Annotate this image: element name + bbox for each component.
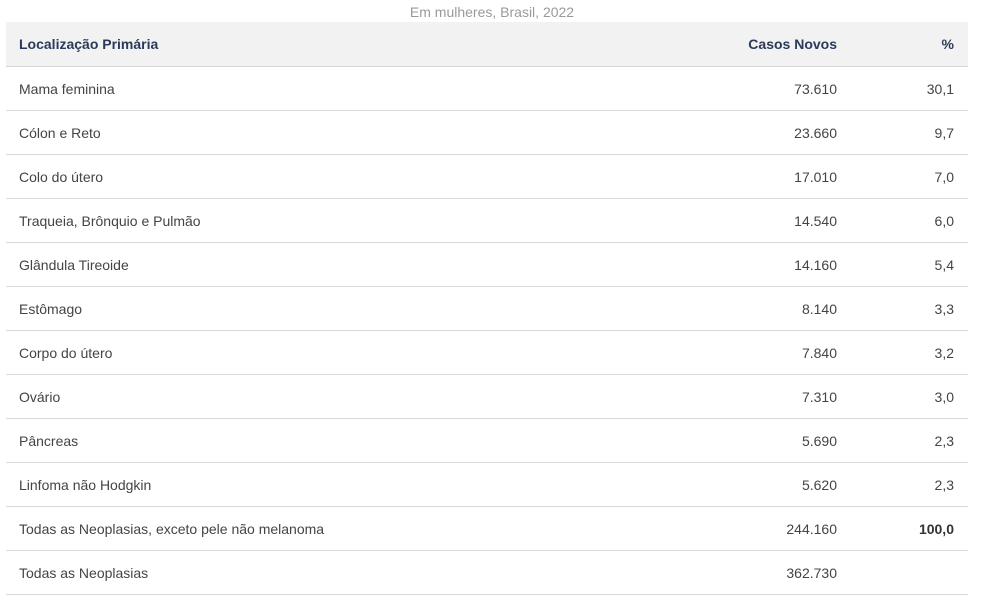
cell-location: Mama feminina bbox=[6, 66, 634, 111]
cell-percent: 30,1 bbox=[844, 66, 968, 111]
cell-cases: 5.620 bbox=[634, 462, 844, 507]
cell-location: Traqueia, Brônquio e Pulmão bbox=[6, 198, 634, 243]
cell-percent: 2,3 bbox=[844, 462, 968, 507]
cell-percent: 100,0 bbox=[844, 506, 968, 551]
table-row: Linfoma não Hodgkin 5.620 2,3 bbox=[6, 462, 968, 507]
table-body: Mama feminina 73.610 30,1 Cólon e Reto 2… bbox=[6, 66, 968, 595]
table-row: Mama feminina 73.610 30,1 bbox=[6, 66, 968, 111]
cell-cases: 7.840 bbox=[634, 330, 844, 375]
cancer-incidence-table: Localização Primária Casos Novos % Mama … bbox=[6, 22, 968, 595]
cell-percent: 3,0 bbox=[844, 374, 968, 419]
header-percent: % bbox=[844, 22, 968, 67]
cell-location: Glândula Tireoide bbox=[6, 242, 634, 287]
cell-location: Cólon e Reto bbox=[6, 110, 634, 155]
cell-percent: 5,4 bbox=[844, 242, 968, 287]
table-row: Ovário 7.310 3,0 bbox=[6, 374, 968, 419]
cell-percent: 3,2 bbox=[844, 330, 968, 375]
cell-location: Todas as Neoplasias, exceto pele não mel… bbox=[6, 506, 634, 551]
cell-cases: 5.690 bbox=[634, 418, 844, 463]
header-location: Localização Primária bbox=[6, 22, 634, 67]
cell-location: Corpo do útero bbox=[6, 330, 634, 375]
cell-location: Linfoma não Hodgkin bbox=[6, 462, 634, 507]
cell-cases: 17.010 bbox=[634, 154, 844, 199]
cell-percent: 2,3 bbox=[844, 418, 968, 463]
cell-cases: 362.730 bbox=[634, 550, 844, 595]
table-row: Pâncreas 5.690 2,3 bbox=[6, 418, 968, 463]
cell-location: Colo do útero bbox=[6, 154, 634, 199]
cell-cases: 7.310 bbox=[634, 374, 844, 419]
table-caption: Em mulheres, Brasil, 2022 bbox=[409, 4, 575, 20]
cell-location: Pâncreas bbox=[6, 418, 634, 463]
table-row: Estômago 8.140 3,3 bbox=[6, 286, 968, 331]
table-row: Glândula Tireoide 14.160 5,4 bbox=[6, 242, 968, 287]
table-row: Traqueia, Brônquio e Pulmão 14.540 6,0 bbox=[6, 198, 968, 243]
table-header: Localização Primária Casos Novos % bbox=[6, 22, 968, 67]
table-row-total-excl-skin: Todas as Neoplasias, exceto pele não mel… bbox=[6, 506, 968, 551]
cell-cases: 244.160 bbox=[634, 506, 844, 551]
table-row: Colo do útero 17.010 7,0 bbox=[6, 154, 968, 199]
cell-percent bbox=[844, 550, 968, 595]
cell-percent: 3,3 bbox=[844, 286, 968, 331]
cell-cases: 23.660 bbox=[634, 110, 844, 155]
cell-location: Ovário bbox=[6, 374, 634, 419]
cell-location: Todas as Neoplasias bbox=[6, 550, 634, 595]
cell-cases: 73.610 bbox=[634, 66, 844, 111]
cell-percent: 7,0 bbox=[844, 154, 968, 199]
cell-percent: 9,7 bbox=[844, 110, 968, 155]
table-row-total: Todas as Neoplasias 362.730 bbox=[6, 550, 968, 595]
cell-cases: 14.540 bbox=[634, 198, 844, 243]
cell-cases: 8.140 bbox=[634, 286, 844, 331]
table-row: Corpo do útero 7.840 3,2 bbox=[6, 330, 968, 375]
table-row: Cólon e Reto 23.660 9,7 bbox=[6, 110, 968, 155]
cell-location: Estômago bbox=[6, 286, 634, 331]
cell-cases: 14.160 bbox=[634, 242, 844, 287]
header-cases: Casos Novos bbox=[634, 22, 844, 67]
header-row: Localização Primária Casos Novos % bbox=[6, 22, 968, 67]
cell-percent: 6,0 bbox=[844, 198, 968, 243]
